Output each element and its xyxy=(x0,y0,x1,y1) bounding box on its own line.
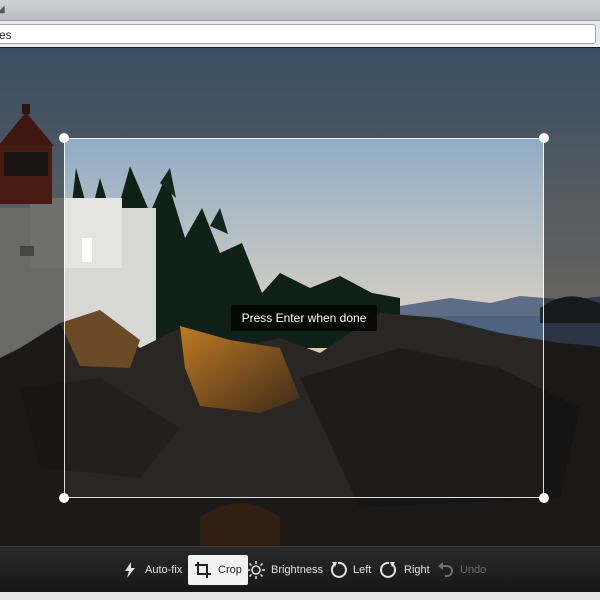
rotate-left-icon xyxy=(331,561,347,578)
sun-icon xyxy=(247,561,265,579)
photo-canvas[interactable]: Press Enter when done xyxy=(0,48,600,546)
crop-icon xyxy=(195,562,211,578)
crop-mask-bottom xyxy=(0,498,600,546)
address-input[interactable]: es xyxy=(0,24,596,44)
undo-label: Undo xyxy=(460,564,487,576)
crop-button[interactable]: Crop xyxy=(188,555,248,585)
crop-handle-bottom-left[interactable] xyxy=(59,493,69,503)
crop-mask-left xyxy=(0,138,64,498)
crop-label: Crop xyxy=(218,564,242,576)
browser-toolbar: es xyxy=(0,21,600,47)
crop-handle-top-right[interactable] xyxy=(539,133,549,143)
undo-button[interactable]: Undo xyxy=(436,555,486,585)
undo-arrow-icon xyxy=(438,562,453,577)
browser-statusbar xyxy=(0,592,600,600)
rotate-right-button[interactable]: Right xyxy=(380,555,430,585)
crop-mask-top xyxy=(0,48,600,138)
browser-titlebar: ◢ xyxy=(0,0,600,21)
rotate-right-icon xyxy=(380,561,396,578)
window-corner-icon: ◢ xyxy=(0,4,5,15)
crop-mask-right xyxy=(544,138,600,498)
crop-handle-bottom-right[interactable] xyxy=(539,493,549,503)
brightness-label: Brightness xyxy=(271,564,323,576)
crop-handle-top-left[interactable] xyxy=(59,133,69,143)
crop-hint-label: Press Enter when done xyxy=(231,305,377,331)
autofix-button[interactable]: Auto-fix xyxy=(121,555,182,585)
autofix-label: Auto-fix xyxy=(145,564,183,576)
brightness-button[interactable]: Brightness xyxy=(247,555,323,585)
rotate-left-label: Left xyxy=(353,564,372,576)
rotate-right-label: Right xyxy=(404,564,430,576)
editor-toolbar: Auto-fix Crop Brightness Left Right Undo xyxy=(0,546,600,593)
rotate-left-button[interactable]: Left xyxy=(329,555,371,585)
lightning-wand-icon xyxy=(125,562,135,578)
